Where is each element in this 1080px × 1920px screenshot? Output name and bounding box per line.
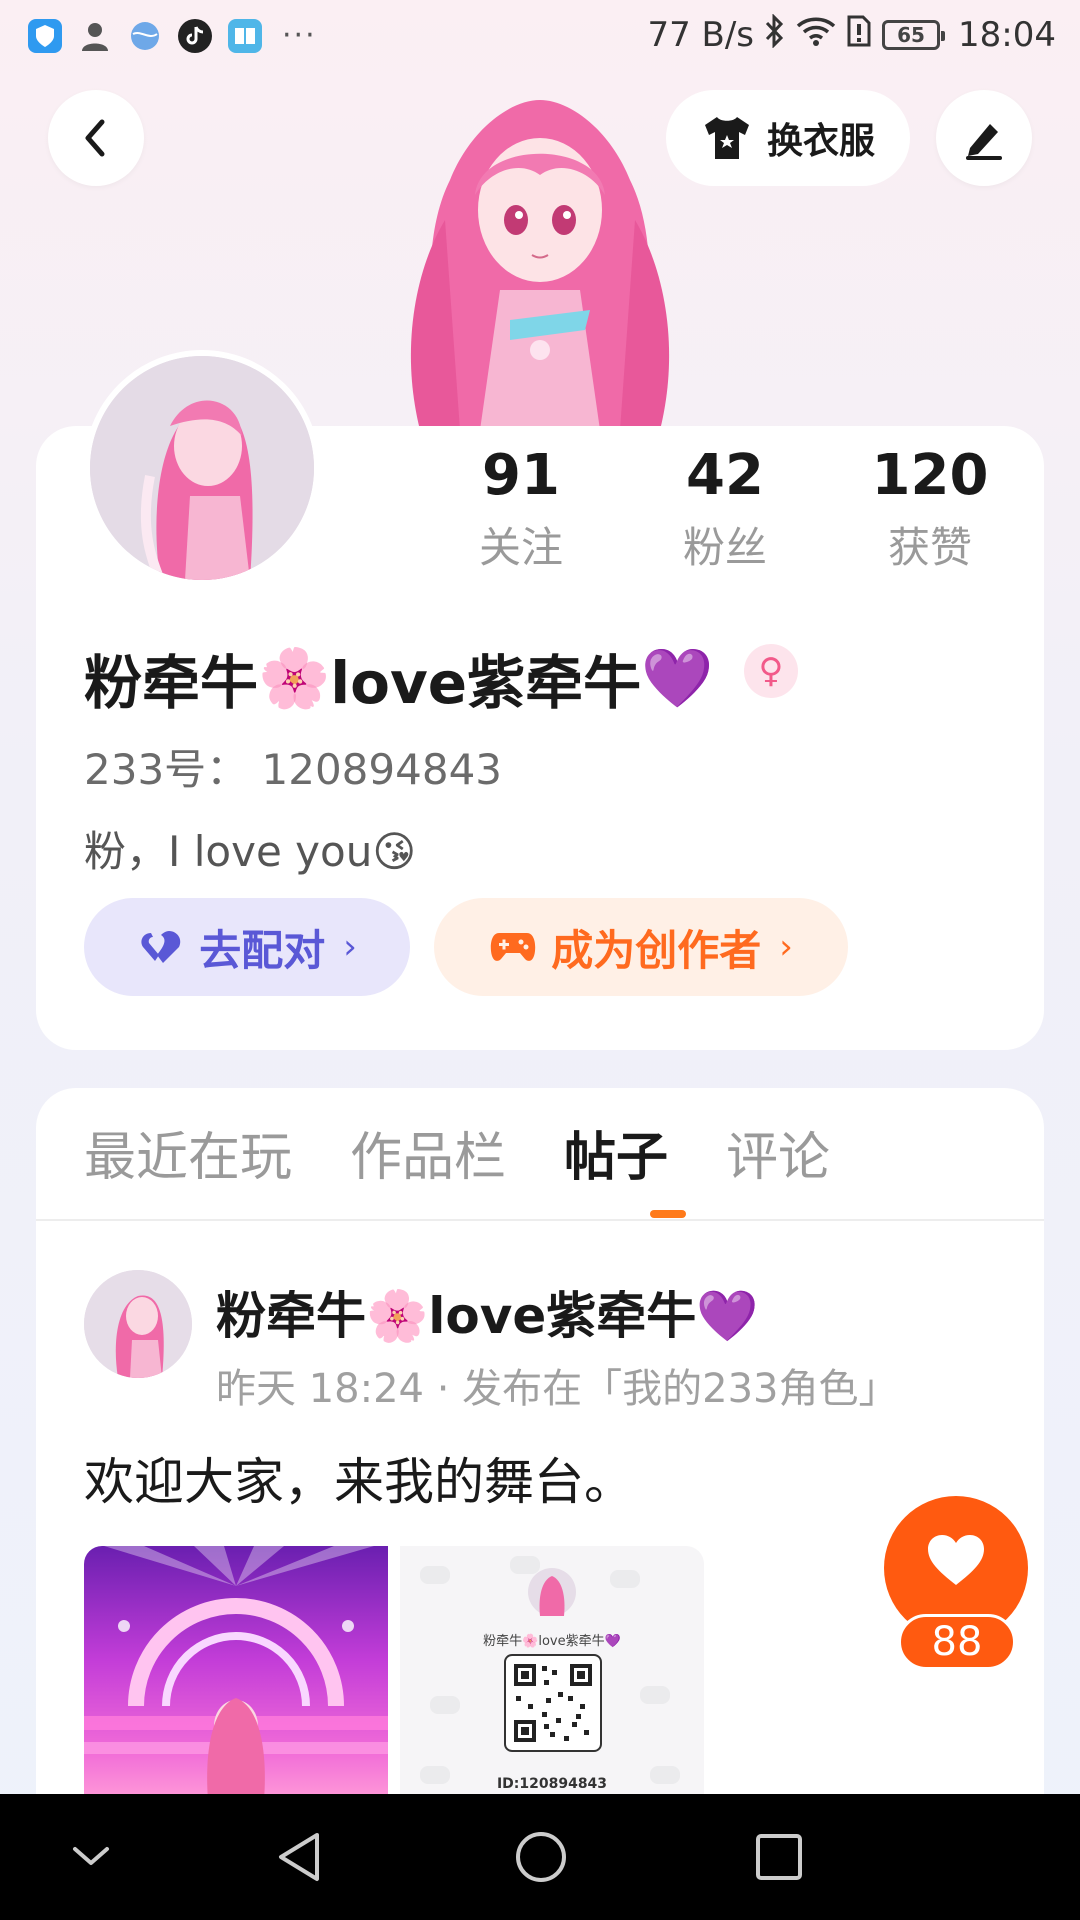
avatar[interactable] (84, 350, 320, 586)
purple-heart-icon: 💜 (641, 643, 714, 712)
tab-recently-played[interactable]: 最近在玩 (84, 1118, 292, 1198)
female-gender-icon: ♀ (744, 644, 798, 698)
tab-works[interactable]: 作品栏 (350, 1118, 506, 1198)
sim-alert-icon (846, 14, 872, 56)
nickname-part1: 粉牵牛 (84, 649, 259, 717)
bio: 粉，I love you😘 (84, 827, 417, 876)
pencil-icon (966, 124, 1002, 160)
back-button[interactable] (48, 90, 144, 186)
tiktok-app-icon (178, 18, 212, 53)
nickname-part2: love紫牵牛 (330, 649, 642, 717)
chevron-right-icon: › (343, 927, 357, 967)
sakura-icon: 🌸 (258, 643, 331, 712)
nav-home-button[interactable] (506, 1822, 576, 1892)
match-label: 去配对 (199, 925, 326, 975)
stat-following[interactable]: 91 关注 (431, 440, 611, 578)
gender-symbol: ♀ (758, 651, 784, 691)
square-recents-icon (756, 1834, 802, 1880)
tab-posts[interactable]: 帖子 (564, 1118, 668, 1198)
fans-count: 42 (686, 443, 764, 508)
system-nav-bar (0, 1794, 1080, 1920)
become-creator-label: 成为创作者 (551, 925, 762, 975)
likes-label: 获赞 (887, 523, 972, 572)
heart-icon (141, 931, 181, 963)
change-outfit-button[interactable]: 换衣服 (666, 90, 910, 186)
stat-likes[interactable]: 120 获赞 (840, 440, 1020, 578)
post-image-qr-card[interactable]: 粉牵牛🌸love紫牵牛💜 ID:120894843 (400, 1546, 704, 1800)
qr-card-name: 粉牵牛🌸love紫牵牛💜 (483, 1634, 621, 1649)
clock: 18:04 (958, 15, 1056, 55)
bluetooth-icon (764, 13, 786, 56)
circle-home-icon (516, 1832, 566, 1882)
tabs-divider (36, 1219, 1044, 1221)
back-arrow-icon (85, 119, 105, 157)
battery-level: 65 (897, 23, 925, 47)
globe-app-icon (128, 19, 162, 53)
become-creator-button[interactable]: 成为创作者 › (434, 898, 848, 996)
qr-code-icon (504, 1654, 602, 1752)
gamepad-icon (490, 933, 536, 961)
battery-icon: 65 (882, 20, 946, 50)
nav-back-button[interactable] (264, 1822, 334, 1892)
wifi-icon (796, 15, 836, 55)
change-outfit-label: 换衣服 (766, 121, 875, 162)
chevron-down-icon (73, 1847, 109, 1865)
post-author-avatar[interactable] (84, 1270, 192, 1378)
active-tab-indicator (650, 1210, 686, 1218)
person-app-icon (78, 19, 112, 53)
edit-profile-button[interactable] (936, 90, 1032, 186)
system-status: 77 B/s 65 18:04 (647, 13, 1056, 56)
fans-label: 粉丝 (682, 523, 767, 572)
status-bar: ··· 77 B/s 65 18:04 (0, 0, 1080, 72)
profile-screen: ··· 77 B/s 65 18:04 换衣服 91 关注 42 粉丝 120 … (0, 0, 1080, 1920)
nav-recents-button[interactable] (744, 1822, 814, 1892)
tab-comments[interactable]: 评论 (726, 1118, 830, 1198)
nickname: 粉牵牛 🌸 love紫牵牛 💜 (84, 636, 713, 720)
book-app-icon (228, 18, 262, 53)
triangle-back-icon (279, 1833, 319, 1881)
qr-card-id: ID:120894843 (496, 1776, 608, 1792)
notification-icons: ··· (28, 18, 317, 53)
following-label: 关注 (478, 523, 563, 572)
post-text: 欢迎大家，来我的舞台。 (84, 1453, 634, 1511)
like-count: 88 (898, 1614, 1016, 1670)
post-image-stage[interactable] (84, 1546, 388, 1800)
user-id: 233号： 120894843 (84, 745, 503, 794)
match-button[interactable]: 去配对 › (84, 898, 410, 996)
chevron-right-icon: › (779, 927, 793, 967)
post-author-name[interactable]: 粉牵牛🌸love紫牵牛💜 (216, 1276, 759, 1348)
following-count: 91 (482, 443, 560, 508)
shield-app-icon (28, 18, 62, 53)
likes-count: 120 (871, 443, 989, 508)
profile-tabs: 最近在玩 作品栏 帖子 评论 (84, 1118, 830, 1198)
hide-keyboard-button[interactable] (56, 1822, 126, 1892)
stat-fans[interactable]: 42 粉丝 (635, 440, 815, 578)
tshirt-icon (704, 117, 749, 159)
post-meta: 昨天 18:24 · 发布在「我的233角色」 (216, 1366, 899, 1412)
heart-like-icon (928, 1535, 984, 1585)
more-notifications: ··· (282, 18, 317, 53)
network-speed: 77 B/s (647, 15, 755, 55)
